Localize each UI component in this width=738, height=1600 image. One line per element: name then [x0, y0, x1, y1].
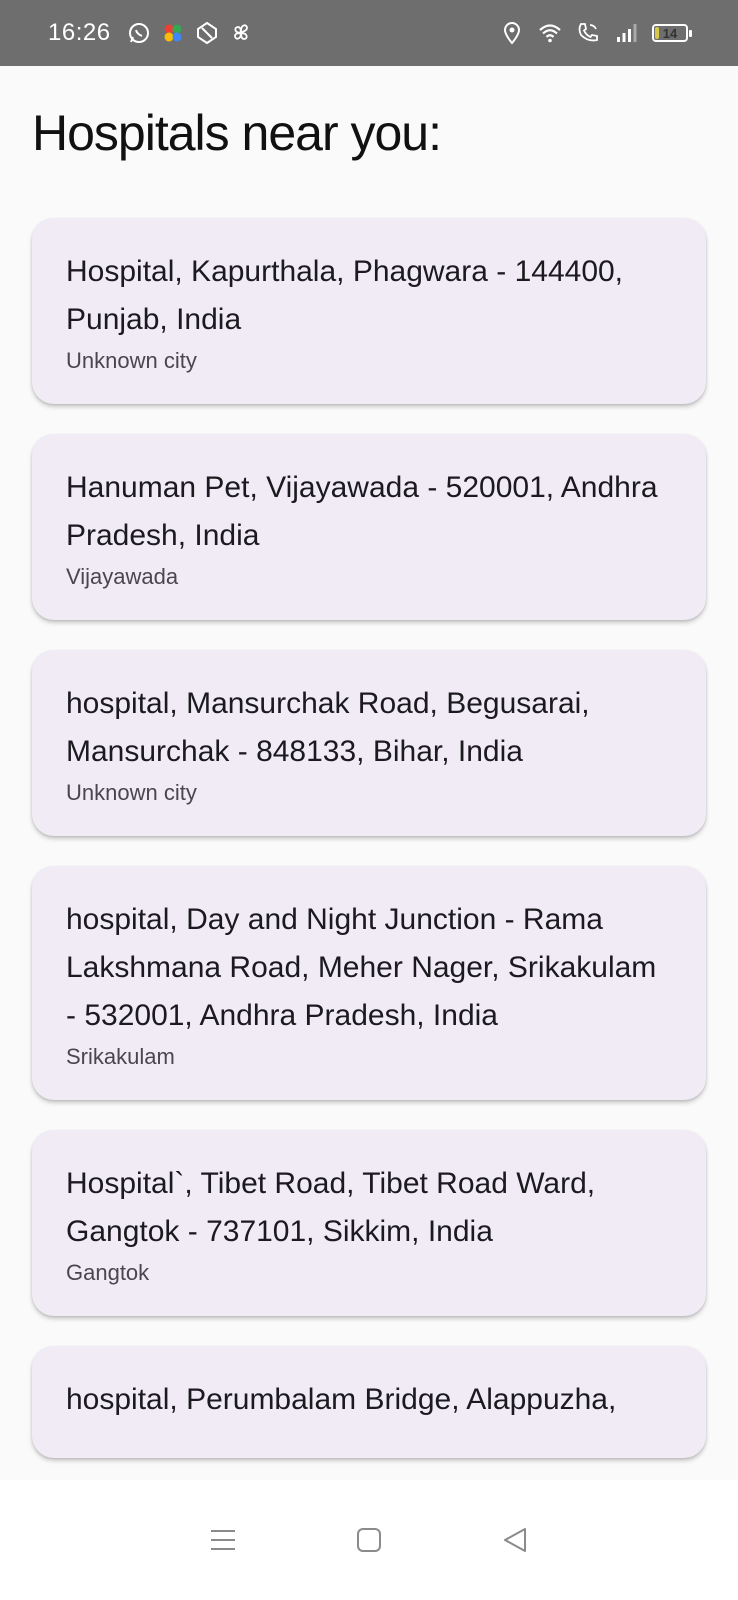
wifi-calling-icon	[576, 21, 600, 45]
hospital-address: hospital, Day and Night Junction - Rama …	[66, 903, 657, 1032]
hospital-city: Unknown city	[66, 348, 197, 373]
back-icon	[504, 1528, 526, 1552]
status-time: 16:26	[48, 19, 111, 46]
hospital-list[interactable]: Hospital, Kapurthala, Phagwara - 144400,…	[32, 218, 706, 1480]
pinwheel-app-icon	[161, 21, 185, 45]
hospital-city: Srikakulam	[66, 1044, 175, 1069]
hospital-city: Gangtok	[66, 1260, 150, 1285]
menu-icon	[211, 1530, 235, 1550]
hospital-address: Hanuman Pet, Vijayawada - 520001, Andhra…	[66, 471, 658, 552]
back-button[interactable]	[495, 1520, 535, 1560]
status-left-icons	[127, 21, 253, 45]
hospital-address: hospital, Mansurchak Road, Begusarai, Ma…	[66, 687, 590, 768]
battery-fill	[655, 27, 659, 39]
battery-indicator: 14	[652, 24, 692, 42]
main-content[interactable]: Hospitals near you: Hospital, Kapurthala…	[0, 66, 738, 1480]
hospital-address: hospital, Perumbalam Bridge, Alappuzha,	[66, 1383, 617, 1416]
battery-level: 14	[662, 25, 678, 41]
hospital-city: Vijayawada	[66, 564, 179, 589]
home-icon	[357, 1528, 381, 1552]
home-button[interactable]	[349, 1520, 389, 1560]
hospital-card[interactable]: Hospital, Kapurthala, Phagwara - 144400,…	[32, 218, 706, 404]
hospital-address: Hospital, Kapurthala, Phagwara - 144400,…	[66, 255, 624, 336]
status-right-icons: 14	[500, 21, 692, 45]
wifi-icon	[538, 21, 562, 45]
signal-icon	[614, 21, 638, 45]
hospital-card[interactable]: hospital, Mansurchak Road, Begusarai, Ma…	[32, 650, 706, 836]
navigation-bar	[0, 1480, 738, 1600]
menu-button[interactable]	[203, 1520, 243, 1560]
hospital-card[interactable]: Hospital`, Tibet Road, Tibet Road Ward, …	[32, 1130, 706, 1316]
location-icon	[500, 21, 524, 45]
fan-icon	[229, 21, 253, 45]
whatsapp-icon	[127, 21, 151, 45]
hospital-card[interactable]: hospital, Day and Night Junction - Rama …	[32, 866, 706, 1100]
hospital-card[interactable]: hospital, Perumbalam Bridge, Alappuzha,	[32, 1346, 706, 1458]
hospital-address: Hospital`, Tibet Road, Tibet Road Ward, …	[66, 1167, 596, 1248]
status-bar: 16:26 14	[0, 0, 738, 66]
vpn-icon	[195, 21, 219, 45]
hospital-card[interactable]: Hanuman Pet, Vijayawada - 520001, Andhra…	[32, 434, 706, 620]
page-title: Hospitals near you:	[32, 105, 442, 161]
hospital-city: Unknown city	[66, 780, 197, 805]
